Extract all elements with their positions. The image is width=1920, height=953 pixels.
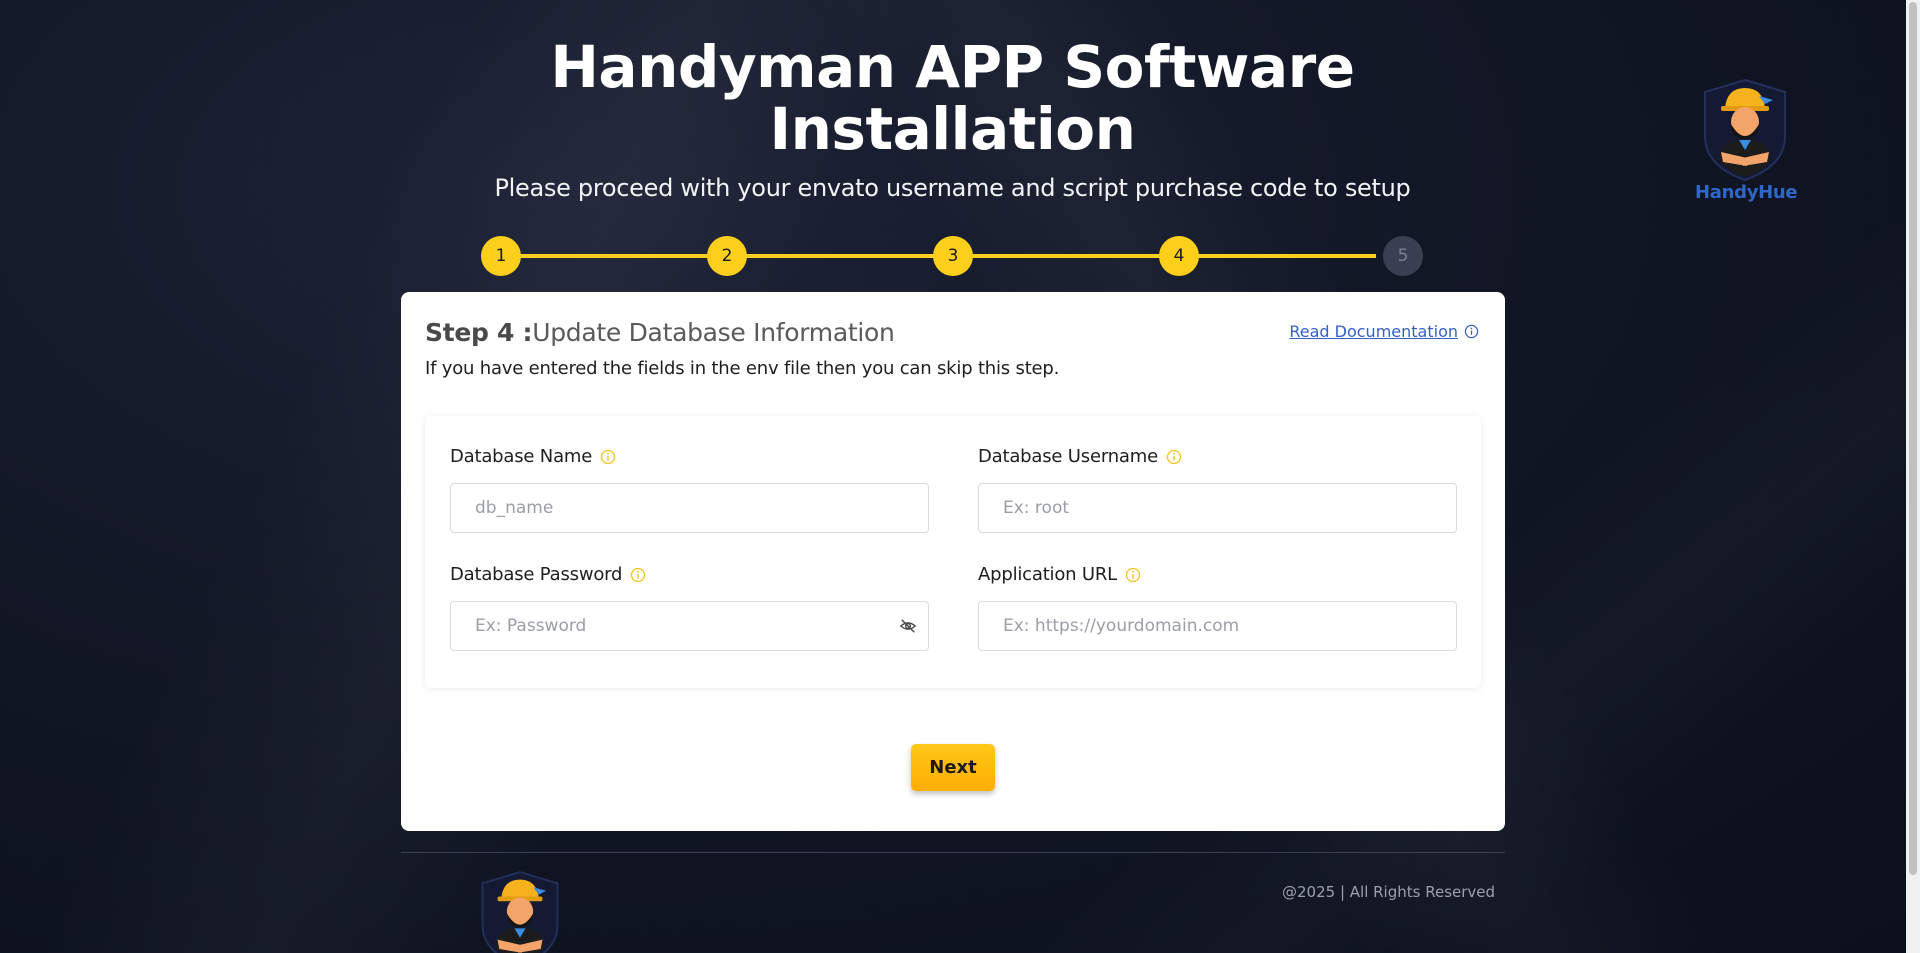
step-connector-4: [1195, 254, 1376, 258]
page-title: Handyman APP Software Installation: [550, 33, 1355, 163]
card-description: If you have entered the fields in the en…: [425, 358, 1060, 379]
info-tooltip-icon[interactable]: [1166, 449, 1182, 465]
card-title: Step 4 :Update Database Information: [425, 318, 895, 347]
db-username-input-wrap: [978, 483, 1457, 533]
step-prefix: Step 4 :: [425, 318, 533, 347]
next-button[interactable]: Next: [911, 744, 995, 791]
db-password-input[interactable]: [450, 601, 929, 651]
db-password-field: Database Password: [450, 564, 929, 651]
copyright-text: @2025 | All Rights Reserved: [1282, 883, 1496, 901]
page-subtitle: Please proceed with your envato username…: [494, 174, 1411, 202]
info-tooltip-icon[interactable]: [1125, 567, 1141, 583]
step-1: 1: [481, 236, 521, 276]
db-password-label: Database Password: [450, 564, 929, 585]
handyman-logo-icon: [1704, 78, 1786, 182]
info-tooltip-icon[interactable]: [600, 449, 616, 465]
db-username-field: Database Username: [978, 446, 1457, 533]
brand-logo: HandyHue: [1695, 78, 1798, 203]
app-url-label-text: Application URL: [978, 564, 1118, 585]
page-header: Handyman APP Software Installation Pleas…: [400, 36, 1505, 202]
db-username-input[interactable]: [978, 483, 1457, 533]
db-name-label-text: Database Name: [450, 446, 593, 467]
read-documentation-link[interactable]: Read Documentation: [1289, 322, 1479, 341]
footer-logo: [475, 870, 565, 953]
footer-divider: [401, 852, 1505, 853]
scrollbar-thumb[interactable]: [1909, 2, 1917, 875]
app-url-input[interactable]: [978, 601, 1457, 651]
db-name-input[interactable]: [450, 483, 929, 533]
brand-name: HandyHue: [1695, 182, 1798, 203]
db-username-label-text: Database Username: [978, 446, 1158, 467]
db-password-label-text: Database Password: [450, 564, 623, 585]
install-card: Step 4 :Update Database Information Read…: [401, 292, 1505, 831]
info-circle-icon: [1464, 324, 1479, 339]
step-3: 3: [933, 236, 973, 276]
handyman-logo-icon: [481, 871, 559, 953]
step-title: Update Database Information: [532, 318, 895, 347]
progress-stepper: 1 2 3 4 5: [481, 236, 1423, 276]
app-url-field: Application URL: [978, 564, 1457, 651]
page-scrollbar[interactable]: [1906, 0, 1920, 953]
read-documentation-label: Read Documentation: [1289, 322, 1458, 341]
db-name-label: Database Name: [450, 446, 929, 467]
eye-off-icon[interactable]: [899, 617, 917, 635]
step-4: 4: [1159, 236, 1199, 276]
app-url-label: Application URL: [978, 564, 1457, 585]
step-connector-2: [743, 254, 944, 258]
db-name-input-wrap: [450, 483, 929, 533]
step-connector-1: [517, 254, 718, 258]
app-url-input-wrap: [978, 601, 1457, 651]
database-form: Database Name Database Username: [425, 416, 1481, 688]
step-connector-3: [969, 254, 1170, 258]
step-2: 2: [707, 236, 747, 276]
info-tooltip-icon[interactable]: [630, 567, 646, 583]
step-5: 5: [1383, 236, 1423, 276]
db-username-label: Database Username: [978, 446, 1457, 467]
db-name-field: Database Name: [450, 446, 929, 533]
db-password-input-wrap: [450, 601, 929, 651]
